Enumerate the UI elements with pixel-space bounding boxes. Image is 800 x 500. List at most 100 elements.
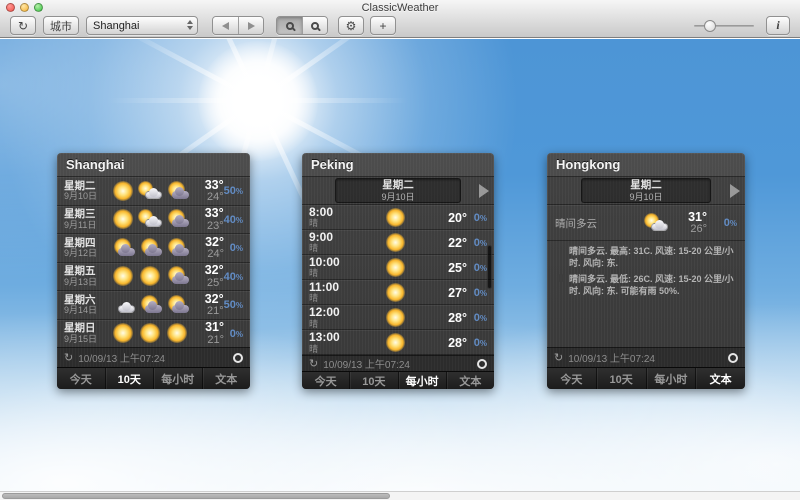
sun-icon	[138, 268, 162, 285]
day-column: 星期六9月14日	[64, 295, 111, 316]
city-select[interactable]: Shanghai	[86, 16, 198, 35]
high-temp: 32°	[191, 264, 224, 277]
add-city-button[interactable]: +	[370, 16, 396, 35]
tab-text[interactable]: 文本	[202, 368, 251, 389]
precip-percent: 50%	[224, 185, 243, 197]
tab-10day[interactable]: 10天	[596, 368, 646, 389]
zoom-out-button[interactable]	[277, 17, 302, 34]
sun-glow	[140, 266, 160, 286]
hour-temp: 22°	[431, 236, 467, 250]
percent-sign: %	[480, 289, 487, 298]
cloudsun-icon	[165, 240, 189, 257]
day-icons	[111, 268, 191, 285]
forecast-day-row: 星期五9月13日32°25°40%	[57, 263, 250, 292]
sun-icon	[165, 325, 189, 342]
previous-button[interactable]	[213, 17, 238, 34]
slider-track	[694, 25, 754, 27]
sun-glow	[386, 333, 405, 352]
day-column: 星期日9月15日	[64, 323, 111, 344]
condition-label: 晴	[309, 244, 361, 254]
popup-arrows-icon	[187, 20, 193, 30]
sun-icon	[111, 325, 135, 342]
zoom-in-button[interactable]	[302, 17, 327, 34]
slider-knob[interactable]	[704, 20, 716, 32]
time-column: 13:00晴	[309, 331, 361, 354]
weather-panel-peking: Peking星期二9月10日8:00晴20°0%9:00晴22°0%10:00晴…	[302, 153, 494, 389]
tab-hourly[interactable]: 每小时	[646, 368, 696, 389]
cloudsun-icon	[111, 240, 135, 257]
day-date: 9月10日	[64, 192, 111, 202]
cloud-shape	[172, 248, 189, 256]
info-button[interactable]: i	[766, 16, 790, 35]
weekday-label: 星期二	[336, 179, 461, 192]
horizontal-scrollbar-thumb[interactable]	[2, 493, 390, 499]
day-icons	[111, 240, 191, 257]
hour-icon-cell	[361, 235, 431, 251]
tab-10day[interactable]: 10天	[349, 372, 397, 389]
sun-icon	[111, 183, 135, 200]
sun-icon	[385, 285, 407, 301]
current-conditions-row: 晴间多云31°26°0%	[547, 205, 745, 241]
tab-today[interactable]: 今天	[547, 368, 596, 389]
high-temp: 31°	[191, 321, 224, 334]
next-icon	[248, 22, 255, 30]
cloudsun-icon	[165, 211, 189, 228]
forecast-hour-row: 11:00晴27°0%	[302, 280, 494, 305]
condition-label: 晴	[309, 269, 361, 279]
precip-value: 40	[224, 271, 236, 283]
time-column: 12:00晴	[309, 306, 361, 329]
percent-sign: %	[480, 239, 487, 248]
weekday-label: 星期二	[582, 179, 711, 192]
sun-glow	[113, 181, 133, 201]
forecast-rows: 星期二9月10日33°24°50%星期三9月11日33°23°40%星期四9月1…	[57, 177, 250, 347]
refresh-icon[interactable]: ↻	[64, 351, 73, 364]
refresh-icon[interactable]: ↻	[554, 351, 563, 364]
precip-percent: 0%	[467, 312, 487, 324]
refresh-button[interactable]: ↻	[10, 16, 36, 35]
hour-label: 12:00	[309, 306, 361, 319]
next-day-button[interactable]	[479, 184, 489, 198]
zoom-in-icon	[311, 22, 319, 30]
low-temp: 24°	[191, 249, 224, 261]
scale-slider[interactable]	[694, 16, 754, 35]
day-icons	[111, 297, 191, 314]
last-updated: 10/09/13 上午07:24	[568, 350, 655, 365]
status-circle-button[interactable]	[233, 353, 243, 363]
prev-next-segment	[212, 16, 264, 35]
cloud-shape	[172, 219, 189, 227]
status-circle-button[interactable]	[728, 353, 738, 363]
cloud-shape	[172, 276, 189, 284]
tab-today[interactable]: 今天	[57, 368, 105, 389]
next-button[interactable]	[238, 17, 263, 34]
tab-today[interactable]: 今天	[302, 372, 349, 389]
city-button[interactable]: 城市	[43, 16, 79, 35]
sun-glow	[113, 209, 133, 229]
hourly-rows: 8:00晴20°0%9:00晴22°0%10:00晴25°0%11:00晴27°…	[302, 205, 494, 355]
low-temp: 21°	[191, 335, 224, 347]
toolbar: ↻ 城市 Shanghai ⚙ +	[10, 15, 790, 36]
day-column: 星期五9月13日	[64, 266, 111, 287]
percent-sign: %	[480, 314, 487, 323]
forecast-hour-row: 10:00晴25°0%	[302, 255, 494, 280]
tab-text[interactable]: 文本	[446, 372, 494, 389]
tab-10day[interactable]: 10天	[105, 368, 154, 389]
vertical-scrollbar-thumb[interactable]	[487, 245, 492, 289]
refresh-icon[interactable]: ↻	[309, 357, 318, 370]
forecast-hour-row: 9:00晴22°0%	[302, 230, 494, 255]
date-navigator-label: 星期二9月10日	[335, 178, 462, 203]
percent-sign: %	[236, 216, 243, 225]
percent-sign: %	[236, 187, 243, 196]
cloud-shape	[145, 191, 162, 199]
weather-panel-shanghai: Shanghai星期二9月10日33°24°50%星期三9月11日33°23°4…	[57, 153, 250, 389]
window-title: ClassicWeather	[0, 2, 800, 14]
settings-button[interactable]: ⚙	[338, 16, 364, 35]
tab-hourly[interactable]: 每小时	[398, 372, 446, 389]
tab-hourly[interactable]: 每小时	[153, 368, 202, 389]
next-day-button[interactable]	[730, 184, 740, 198]
tab-text[interactable]: 文本	[695, 368, 745, 389]
panel-title: Hongkong	[547, 153, 745, 177]
status-circle-button[interactable]	[477, 359, 487, 369]
suncloud-icon	[138, 183, 162, 200]
low-temp: 21°	[191, 306, 224, 318]
horizontal-scrollbar[interactable]	[0, 491, 800, 500]
